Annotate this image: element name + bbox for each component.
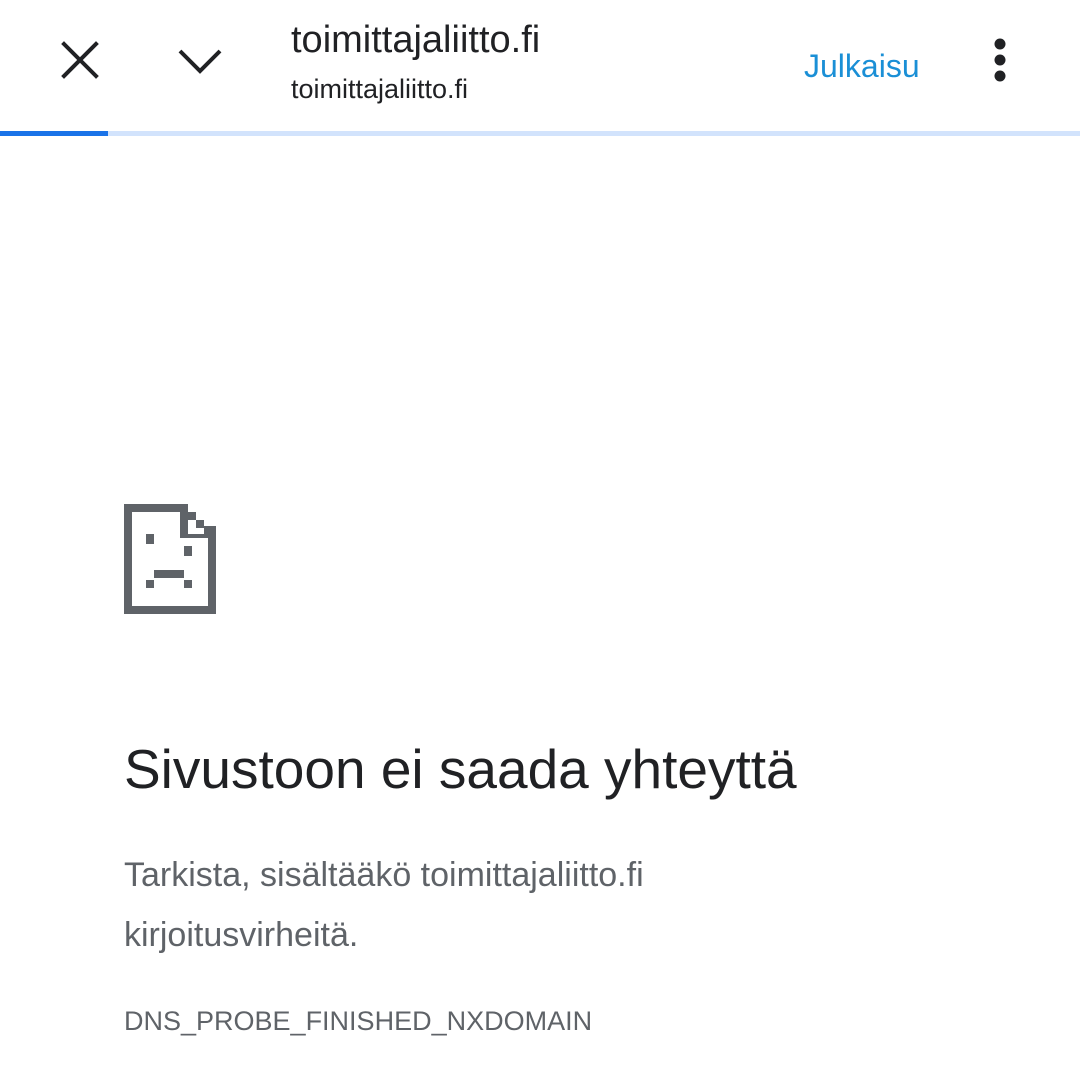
error-heading: Sivustoon ei saada yhteyttä <box>124 738 797 800</box>
progress-fill <box>0 131 108 136</box>
error-code: DNS_PROBE_FINISHED_NXDOMAIN <box>124 1006 593 1036</box>
close-icon <box>61 41 99 79</box>
error-message: Tarkista, sisältääkö toimittajaliitto.fi… <box>124 856 644 954</box>
more-options-button[interactable] <box>960 20 1040 100</box>
more-vertical-icon <box>994 38 1006 82</box>
minimize-button[interactable] <box>160 20 240 100</box>
custom-tab-toolbar: toimittajaliitto.fi toimittajaliitto.fi … <box>0 0 1080 131</box>
sad-page-icon <box>124 504 216 614</box>
page-title: toimittajaliitto.fi <box>291 19 541 61</box>
title-block: toimittajaliitto.fi toimittajaliitto.fi <box>291 18 771 106</box>
page-load-progress-bar <box>0 131 1080 136</box>
close-button[interactable] <box>40 20 120 100</box>
chevron-down-icon <box>178 49 222 74</box>
page-url: toimittajaliitto.fi <box>291 74 469 104</box>
publish-button[interactable]: Julkaisu <box>804 46 920 86</box>
